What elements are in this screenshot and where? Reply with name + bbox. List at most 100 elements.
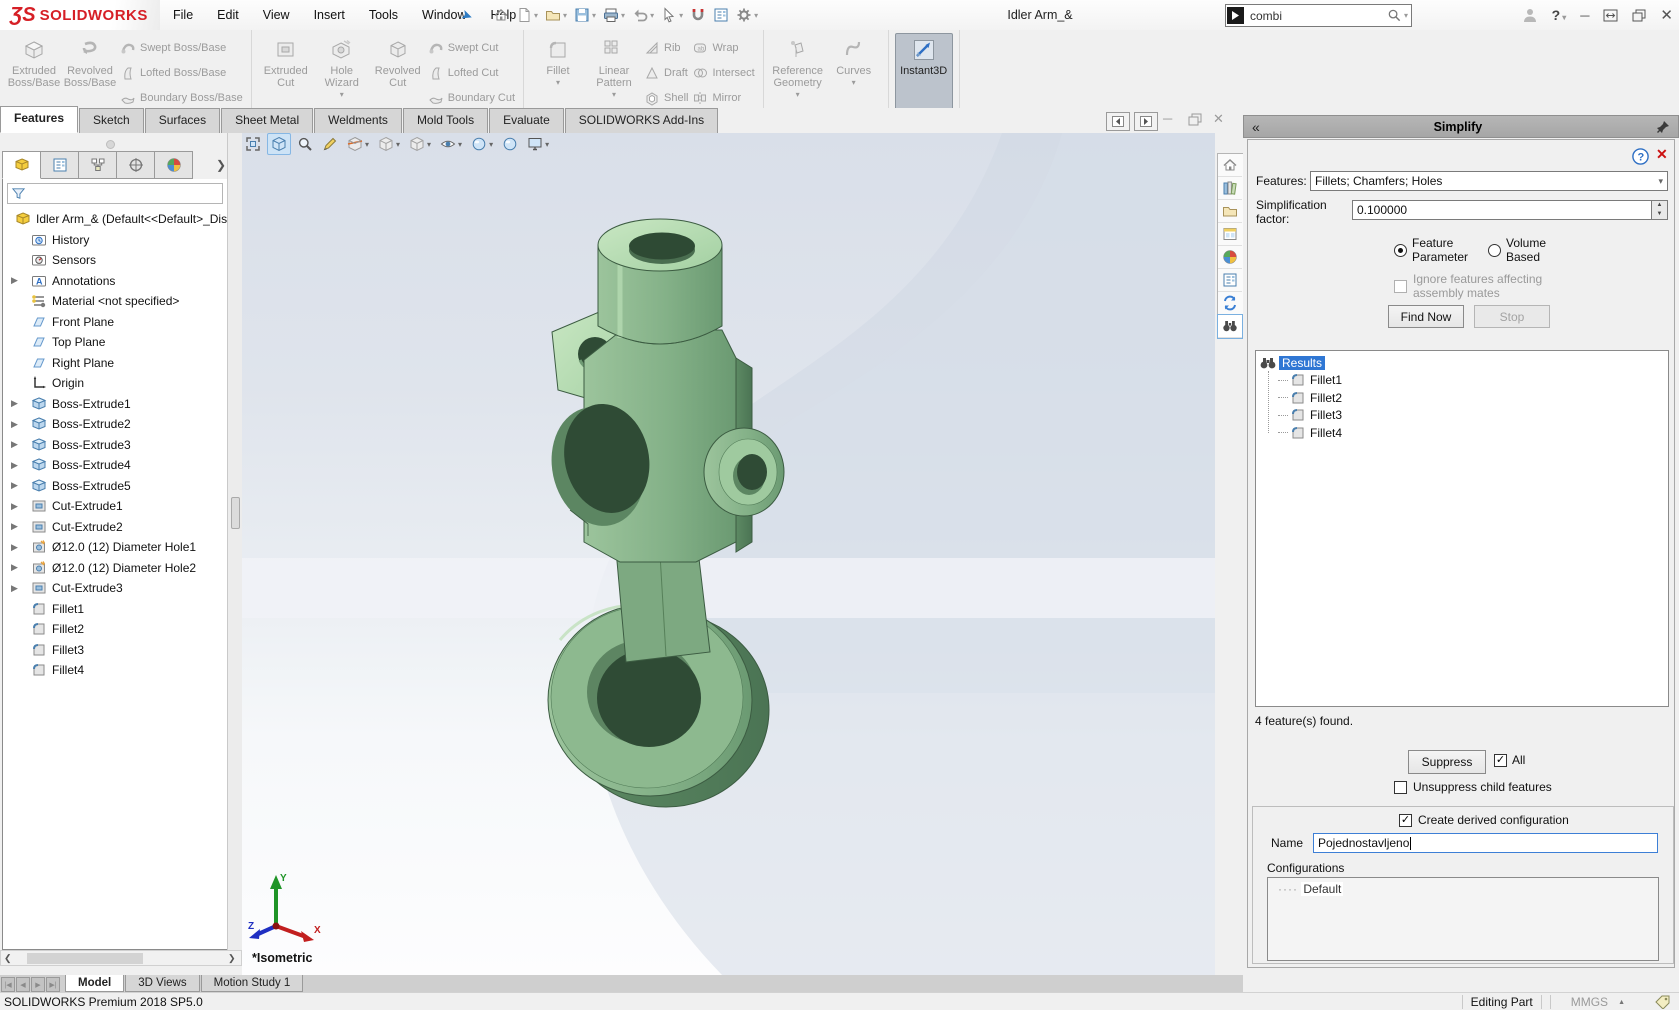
tree-item-top-plane[interactable]: Top Plane (3, 332, 227, 353)
extruded-cut-button[interactable]: ExtrudedCut (258, 33, 314, 111)
all-checkbox[interactable]: ✓ All (1494, 753, 1525, 767)
close-pane-icon[interactable]: ✕ (1656, 146, 1668, 163)
expand-pane-right-button[interactable] (1134, 112, 1158, 131)
scroll-left-arrow[interactable]: ❮ (4, 953, 12, 964)
open-button[interactable]: ▾ (542, 5, 570, 25)
mirror-button[interactable]: Mirror (692, 87, 754, 109)
close-button[interactable]: ✕ (1660, 6, 1673, 24)
hole-wizard-button[interactable]: HoleWizard▾ (314, 33, 370, 111)
tab-mold-tools[interactable]: Mold Tools (403, 108, 488, 133)
lofted-boss-base-button[interactable]: Lofted Boss/Base (120, 62, 243, 84)
search-input[interactable]: combi (1245, 9, 1387, 23)
revolved-cut-button[interactable]: RevolvedCut (370, 33, 426, 111)
linear-pattern-button[interactable]: LinearPattern▾ (586, 33, 642, 111)
unsuppress-child-checkbox[interactable]: Unsuppress child features (1394, 780, 1552, 794)
collapse-pane-icon[interactable]: « (1252, 119, 1260, 135)
custom-properties-tab[interactable] (1218, 269, 1242, 292)
tree-item-boss-extrude5[interactable]: ▶Boss-Extrude5 (3, 476, 227, 497)
extruded-boss-base-button[interactable]: ExtrudedBoss/Base (6, 33, 62, 111)
tree-item-fillet2[interactable]: Fillet2 (3, 619, 227, 640)
menu-tools[interactable]: Tools (358, 0, 409, 30)
file-properties-button[interactable] (710, 5, 732, 25)
feature-parameter-radio[interactable]: FeatureParameter (1394, 236, 1468, 264)
view-palette-tab[interactable] (1218, 223, 1242, 246)
prev-tab-button[interactable]: ◀ (16, 977, 30, 992)
tree-item-boss-extrude2[interactable]: ▶Boss-Extrude2 (3, 414, 227, 435)
design-library-tab[interactable] (1218, 177, 1242, 200)
new-document-button[interactable]: ▾ (513, 5, 541, 25)
graphics-viewport[interactable]: ▾▾▾▾▾▾ (242, 133, 1215, 975)
save-button[interactable]: ▾ (571, 5, 599, 25)
tree-item-cut-extrude3[interactable]: ▶Cut-Extrude3 (3, 578, 227, 599)
doc-tab-model[interactable]: Model (65, 975, 124, 992)
rib-button[interactable]: Rib (644, 37, 688, 59)
configurationmanager-tab[interactable] (79, 151, 117, 179)
search-box[interactable]: combi ▾ (1225, 4, 1412, 27)
create-derived-checkbox[interactable]: ✓ Create derived configuration (1399, 813, 1673, 827)
tree-item-boss-extrude4[interactable]: ▶Boss-Extrude4 (3, 455, 227, 476)
resize-button[interactable] (1603, 9, 1618, 22)
tree-item-fillet4[interactable]: Fillet4 (3, 660, 227, 681)
tree-item-boss-extrude3[interactable]: ▶Boss-Extrude3 (3, 435, 227, 456)
tab-sketch[interactable]: Sketch (79, 108, 144, 133)
idler-arm-3d-part[interactable] (500, 210, 820, 810)
lofted-cut-button[interactable]: Lofted Cut (428, 62, 515, 84)
search-dropdown-icon[interactable]: ▾ (1404, 11, 1408, 20)
config-name-input[interactable]: Pojednostavljeno (1313, 833, 1658, 853)
shell-button[interactable]: Shell (644, 87, 688, 109)
ignore-features-checkbox[interactable]: Ignore features affectingassembly mates (1394, 272, 1542, 300)
magnified-selection-button[interactable] (687, 5, 709, 25)
wrap-button[interactable]: abWrap (692, 37, 754, 59)
tag-icon[interactable] (1655, 995, 1671, 1009)
tree-item-front-plane[interactable]: Front Plane (3, 312, 227, 333)
displaymanager-tab[interactable] (155, 151, 193, 179)
tree-item-right-plane[interactable]: Right Plane (3, 353, 227, 374)
solidworks-resources-tab[interactable] (1218, 154, 1242, 177)
tab-sheet-metal[interactable]: Sheet Metal (221, 108, 313, 133)
tab-features[interactable]: Features (0, 106, 78, 133)
appearances-scenes-tab[interactable] (1218, 246, 1242, 269)
file-explorer-tab[interactable] (1218, 200, 1242, 223)
tab-surfaces[interactable]: Surfaces (145, 108, 220, 133)
help-icon[interactable]: ? (1632, 148, 1649, 165)
result-item-fillet4[interactable]: Fillet4 (1278, 424, 1668, 442)
results-root-row[interactable]: Results (1260, 354, 1668, 372)
scrollbar-thumb[interactable] (27, 953, 143, 964)
user-account-icon[interactable] (1522, 7, 1538, 23)
reference-geometry-button[interactable]: ReferenceGeometry▾ (770, 33, 826, 111)
factor-spinner[interactable]: ▲▼ (1652, 200, 1668, 220)
panel-splitter-handle[interactable] (106, 140, 115, 149)
panel-splitter[interactable] (227, 133, 243, 950)
tree-item-boss-extrude1[interactable]: ▶Boss-Extrude1 (3, 394, 227, 415)
results-title[interactable]: Results (1279, 356, 1325, 370)
tab-evaluate[interactable]: Evaluate (489, 108, 564, 133)
collapse-pane-left-button[interactable] (1106, 112, 1130, 131)
tree-item-annotations[interactable]: ▶AAnnotations (3, 271, 227, 292)
scroll-right-arrow[interactable]: ❯ (228, 953, 236, 964)
first-tab-button[interactable]: |◀ (1, 977, 15, 992)
tree-item--12-0-12-diameter-hole2[interactable]: ▶Ø12.0 (12) Diameter Hole2 (3, 558, 227, 579)
next-tab-button[interactable]: ▶ (31, 977, 45, 992)
tree-root-item[interactable]: Idler Arm_& (Default<<Default>_Display (3, 209, 227, 230)
tree-item-fillet3[interactable]: Fillet3 (3, 640, 227, 661)
search-magnifier-icon[interactable] (1387, 8, 1402, 23)
find-now-button[interactable]: Find Now (1388, 305, 1464, 328)
help-button[interactable]: ?▾ (1552, 7, 1567, 23)
search-results-tab[interactable] (1218, 315, 1242, 338)
result-item-fillet1[interactable]: Fillet1 (1278, 372, 1668, 390)
result-item-fillet2[interactable]: Fillet2 (1278, 389, 1668, 407)
select-button[interactable]: ▾ (658, 5, 686, 25)
manager-tabs-overflow-icon[interactable]: ❯ (216, 158, 226, 172)
units-dropdown-icon[interactable]: ▲ (1618, 999, 1625, 1006)
home-button[interactable] (490, 5, 512, 25)
revolved-boss-base-button[interactable]: RevolvedBoss/Base (62, 33, 118, 111)
intersect-button[interactable]: Intersect (692, 62, 754, 84)
result-item-fillet3[interactable]: Fillet3 (1278, 407, 1668, 425)
volume-based-radio[interactable]: VolumeBased (1488, 236, 1546, 264)
print-button[interactable]: ▾ (600, 5, 628, 25)
featuremanager-tab[interactable] (2, 151, 41, 179)
tree-item-fillet1[interactable]: Fillet1 (3, 599, 227, 620)
menu-view[interactable]: View (252, 0, 301, 30)
propertymanager-tab[interactable] (41, 151, 79, 179)
tree-item-cut-extrude1[interactable]: ▶Cut-Extrude1 (3, 496, 227, 517)
